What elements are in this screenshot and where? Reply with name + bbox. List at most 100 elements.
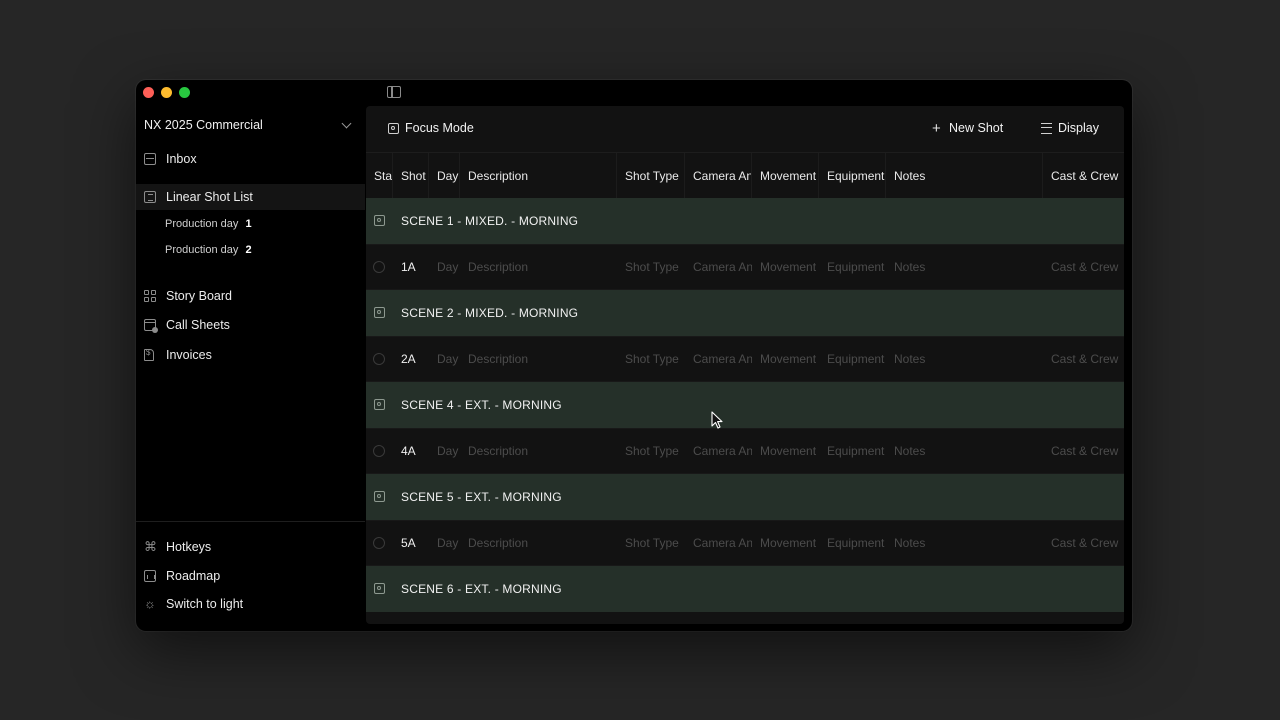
sidebar-item-production-day-2[interactable]: Production day 2 xyxy=(165,244,252,256)
shot-number[interactable]: 1A xyxy=(393,245,429,289)
sidebar-item-label: Call Sheets xyxy=(166,318,230,332)
command-icon: ⌘ xyxy=(144,539,157,554)
focus-icon[interactable] xyxy=(374,583,385,594)
shot-type-cell[interactable]: Shot Type xyxy=(617,429,685,473)
description-cell[interactable]: Description xyxy=(460,429,617,473)
column-header-cast-crew[interactable]: Cast & Crew xyxy=(1043,153,1124,198)
equipment-cell[interactable]: Equipment xyxy=(819,245,886,289)
column-header-shot[interactable]: Shot xyxy=(393,153,429,198)
description-cell[interactable]: Description xyxy=(460,337,617,381)
scene-row[interactable]: SCENE 5 - EXT. - MORNING xyxy=(366,474,1124,520)
workspace-switcher[interactable]: NX 2025 Commercial xyxy=(144,114,354,136)
camera-angle-cell[interactable]: Camera Angle xyxy=(685,521,752,565)
inbox-icon xyxy=(144,153,156,165)
focus-icon[interactable] xyxy=(374,307,385,318)
day-cell[interactable]: Day xyxy=(429,521,460,565)
movement-cell[interactable]: Movement xyxy=(752,521,819,565)
equipment-cell[interactable]: Equipment xyxy=(819,521,886,565)
sidebar-item-roadmap[interactable]: Roadmap xyxy=(136,563,365,589)
day-cell[interactable]: Day xyxy=(429,245,460,289)
column-header-description[interactable]: Description xyxy=(460,153,617,198)
scene-title: SCENE 2 - MIXED. - MORNING xyxy=(401,306,579,320)
focus-mode-button[interactable]: Focus Mode xyxy=(388,121,474,135)
scene-title: SCENE 4 - EXT. - MORNING xyxy=(401,398,562,412)
cast-crew-cell[interactable]: Cast & Crew xyxy=(1043,337,1124,381)
camera-angle-cell[interactable]: Camera Angle xyxy=(685,337,752,381)
toggle-sidebar-icon[interactable] xyxy=(387,86,401,98)
table-row[interactable]: 1A Day Description Shot Type Camera Angl… xyxy=(366,244,1124,290)
sidebar-item-invoices[interactable]: Invoices xyxy=(136,342,365,368)
table-row[interactable]: 2A Day Description Shot Type Camera Angl… xyxy=(366,336,1124,382)
sidebar-item-label: Switch to light xyxy=(166,597,244,611)
notes-cell[interactable]: Notes xyxy=(886,521,1043,565)
equipment-cell[interactable]: Equipment xyxy=(819,337,886,381)
status-circle-icon[interactable] xyxy=(373,537,385,549)
column-header-notes[interactable]: Notes xyxy=(886,153,1043,198)
scene-title: SCENE 1 - MIXED. - MORNING xyxy=(401,214,579,228)
sidebar-item-story-board[interactable]: Story Board xyxy=(136,283,365,309)
scene-row[interactable]: SCENE 6 - EXT. - MORNING xyxy=(366,566,1124,612)
focus-icon[interactable] xyxy=(374,215,385,226)
sidebar-item-label: Roadmap xyxy=(166,569,221,583)
shot-number[interactable]: 5A xyxy=(393,521,429,565)
shot-type-cell[interactable]: Shot Type xyxy=(617,245,685,289)
sidebar-item-linear-shot-list[interactable]: Linear Shot List xyxy=(136,184,365,210)
display-button[interactable]: Display xyxy=(1041,121,1099,135)
mouse-cursor-icon xyxy=(711,411,723,429)
shot-type-cell[interactable]: Shot Type xyxy=(617,337,685,381)
cast-crew-cell[interactable]: Cast & Crew xyxy=(1043,429,1124,473)
table-header: Status Shot Day Description Shot Type Ca… xyxy=(366,152,1124,198)
camera-angle-cell[interactable]: Camera Angle xyxy=(685,429,752,473)
notes-cell[interactable]: Notes xyxy=(886,429,1043,473)
column-header-day[interactable]: Day xyxy=(429,153,460,198)
sidebar-item-switch-theme[interactable]: ☼ Switch to light xyxy=(136,591,365,617)
scene-title: SCENE 6 - EXT. - MORNING xyxy=(401,582,562,596)
sidebar-item-hotkeys[interactable]: ⌘ Hotkeys xyxy=(136,534,365,560)
shot-number[interactable]: 2A xyxy=(393,337,429,381)
scene-row[interactable]: SCENE 2 - MIXED. - MORNING xyxy=(366,290,1124,336)
movement-cell[interactable]: Movement xyxy=(752,337,819,381)
table-row[interactable]: 5A Day Description Shot Type Camera Angl… xyxy=(366,520,1124,566)
notes-cell[interactable]: Notes xyxy=(886,337,1043,381)
column-header-equipment[interactable]: Equipment xyxy=(819,153,886,198)
movement-cell[interactable]: Movement xyxy=(752,429,819,473)
invoice-icon xyxy=(144,348,154,361)
notes-cell[interactable]: Notes xyxy=(886,245,1043,289)
shot-number[interactable]: 4A xyxy=(393,429,429,473)
status-circle-icon[interactable] xyxy=(373,261,385,273)
sidebar-item-production-day-1[interactable]: Production day 1 xyxy=(165,218,252,230)
focus-icon[interactable] xyxy=(374,491,385,502)
minimize-window-button[interactable] xyxy=(161,87,172,98)
focus-mode-label: Focus Mode xyxy=(405,121,474,135)
focus-icon[interactable] xyxy=(374,399,385,410)
maximize-window-button[interactable] xyxy=(179,87,190,98)
cast-crew-cell[interactable]: Cast & Crew xyxy=(1043,245,1124,289)
camera-angle-cell[interactable]: Camera Angle xyxy=(685,245,752,289)
movement-cell[interactable]: Movement xyxy=(752,245,819,289)
focus-icon xyxy=(388,122,399,134)
day-cell[interactable]: Day xyxy=(429,429,460,473)
cast-crew-cell[interactable]: Cast & Crew xyxy=(1043,521,1124,565)
display-label: Display xyxy=(1058,121,1099,135)
column-header-movement[interactable]: Movement xyxy=(752,153,819,198)
new-shot-button[interactable]: + New Shot xyxy=(932,121,1003,136)
sun-icon: ☼ xyxy=(144,596,156,611)
description-cell[interactable]: Description xyxy=(460,245,617,289)
sidebar-item-call-sheets[interactable]: Call Sheets xyxy=(136,312,365,338)
sidebar-item-inbox[interactable]: Inbox xyxy=(136,146,365,172)
day-cell[interactable]: Day xyxy=(429,337,460,381)
shot-type-cell[interactable]: Shot Type xyxy=(617,521,685,565)
status-circle-icon[interactable] xyxy=(373,445,385,457)
scene-row[interactable]: SCENE 1 - MIXED. - MORNING xyxy=(366,198,1124,244)
column-header-shot-type[interactable]: Shot Type xyxy=(617,153,685,198)
status-circle-icon[interactable] xyxy=(373,353,385,365)
sidebar-divider xyxy=(136,521,365,522)
equipment-cell[interactable]: Equipment xyxy=(819,429,886,473)
production-day-label: Production day xyxy=(165,244,239,256)
close-window-button[interactable] xyxy=(143,87,154,98)
description-cell[interactable]: Description xyxy=(460,521,617,565)
scene-row[interactable]: SCENE 4 - EXT. - MORNING xyxy=(366,382,1124,428)
column-header-camera-angle[interactable]: Camera Angle xyxy=(685,153,752,198)
table-row[interactable]: 4A Day Description Shot Type Camera Angl… xyxy=(366,428,1124,474)
column-header-status[interactable]: Status xyxy=(366,153,393,198)
